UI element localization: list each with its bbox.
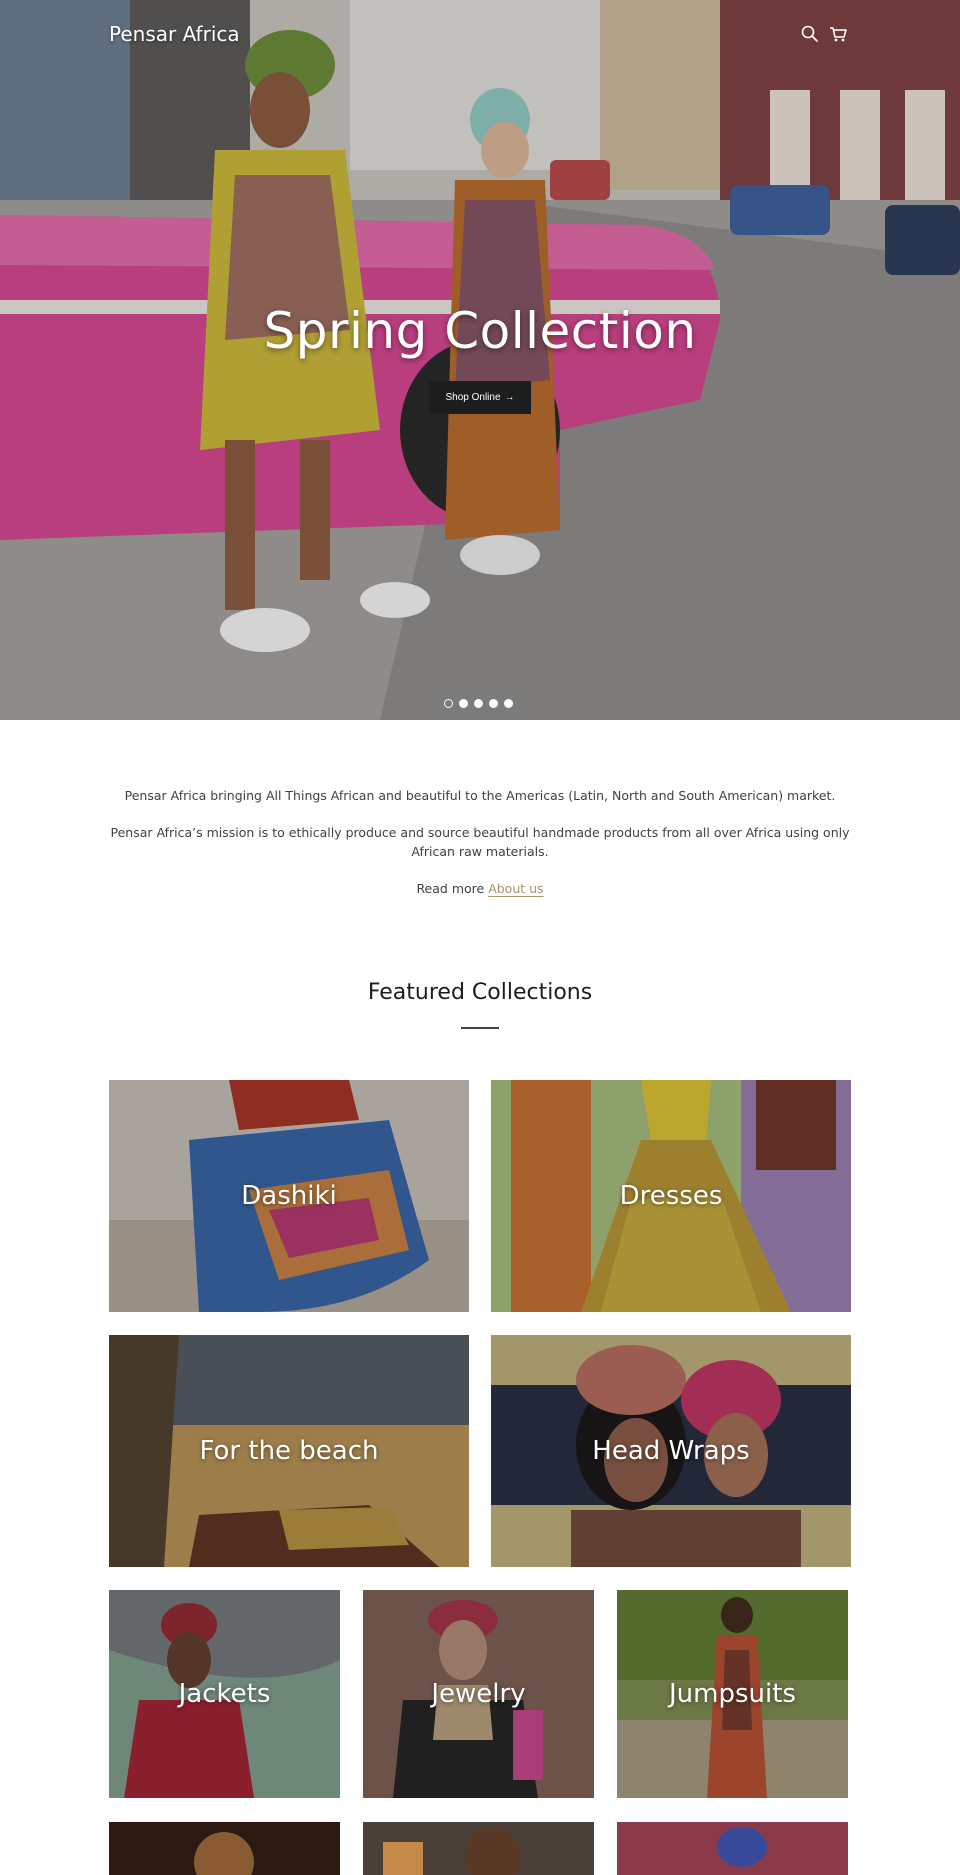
collection-image (109, 1822, 340, 1875)
cart-icon[interactable] (828, 24, 848, 44)
slideshow-dots (444, 699, 513, 708)
tile-label: Jumpsuits (669, 1679, 796, 1709)
intro-text: Pensar Africa bringing All Things Africa… (110, 786, 850, 916)
shop-online-button[interactable]: Shop Online → (429, 381, 531, 414)
tile-label: Dresses (619, 1181, 723, 1211)
site-header: Pensar Africa (0, 0, 960, 70)
tile-label: Dashiki (241, 1181, 337, 1211)
collection-tile-partial-2[interactable] (363, 1822, 594, 1875)
search-icon[interactable] (800, 24, 820, 44)
tile-label: Jewelry (431, 1679, 526, 1709)
featured-collections-title: Featured Collections (367, 980, 593, 1005)
slide-dot-4[interactable] (489, 699, 498, 708)
collection-tile-partial-1[interactable] (109, 1822, 340, 1875)
slide-dot-2[interactable] (459, 699, 468, 708)
tile-label: Jackets (178, 1679, 271, 1709)
read-more-label: Read more (416, 881, 489, 896)
tile-label: Head Wraps (592, 1436, 750, 1466)
hero-title: Spring Collection (263, 302, 697, 360)
shop-online-label: Shop Online (445, 392, 501, 403)
intro-line-2: Pensar Africa’s mission is to ethically … (110, 825, 850, 859)
slide-dot-3[interactable] (474, 699, 483, 708)
collection-tile-jewelry[interactable]: Jewelry (363, 1590, 594, 1798)
section-divider (461, 1027, 499, 1029)
intro-line-1: Pensar Africa bringing All Things Africa… (124, 788, 836, 803)
collection-tile-jackets[interactable]: Jackets (109, 1590, 340, 1798)
hero-slideshow: Pensar Africa Spring Collection Shop Onl… (0, 0, 960, 720)
about-us-link[interactable]: About us (488, 881, 543, 896)
tile-label: For the beach (199, 1436, 379, 1466)
collection-tile-partial-3[interactable] (617, 1822, 848, 1875)
read-more: Read more About us (110, 879, 850, 898)
arrow-right-icon: → (504, 392, 515, 403)
slide-dot-5[interactable] (504, 699, 513, 708)
slide-dot-1[interactable] (444, 699, 453, 708)
collection-tile-head-wraps[interactable]: Head Wraps (491, 1335, 851, 1567)
site-logo[interactable]: Pensar Africa (109, 22, 240, 46)
collection-tile-for-the-beach[interactable]: For the beach (109, 1335, 469, 1567)
collection-tile-dresses[interactable]: Dresses (491, 1080, 851, 1312)
collection-image (363, 1822, 594, 1875)
hero-overlay (0, 0, 960, 720)
collection-tile-dashiki[interactable]: Dashiki (109, 1080, 469, 1312)
collection-image (617, 1822, 848, 1875)
collection-tile-jumpsuits[interactable]: Jumpsuits (617, 1590, 848, 1798)
